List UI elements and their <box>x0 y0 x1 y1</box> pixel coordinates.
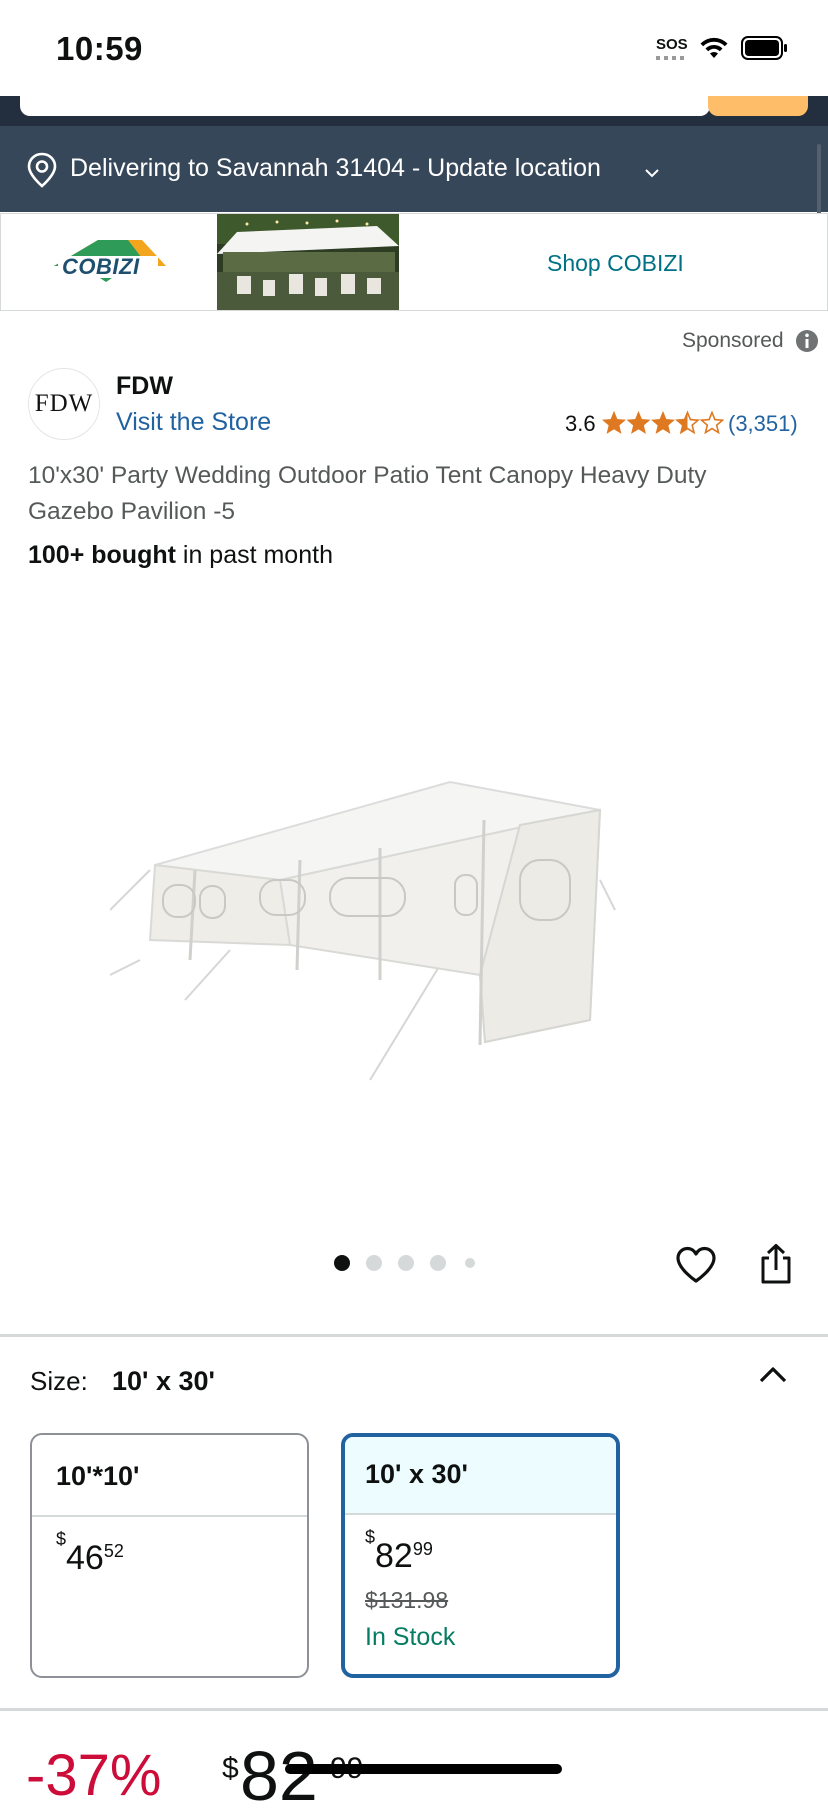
brand-avatar-text: FDW <box>34 390 94 417</box>
price-symbol: $ <box>365 1526 376 1547</box>
price-whole: 82 <box>375 1537 413 1575</box>
size-option-name: 10' x 30' <box>345 1437 616 1515</box>
search-input[interactable] <box>20 96 710 116</box>
size-option-price: $4652 <box>56 1529 124 1578</box>
battery-icon <box>741 36 787 60</box>
search-button[interactable] <box>708 96 808 116</box>
status-time: 10:59 <box>56 30 143 67</box>
location-pin-icon <box>27 152 57 188</box>
stock-status: In Stock <box>365 1623 456 1651</box>
bought-count: 100+ bought <box>28 541 176 569</box>
rating-stars-icon[interactable] <box>602 410 724 436</box>
star-icon <box>700 411 724 434</box>
price-whole: 46 <box>66 1539 104 1577</box>
discount-percent: -37% <box>26 1743 162 1808</box>
section-divider <box>0 1708 828 1711</box>
cellular-signal-icon <box>656 56 686 60</box>
carousel-dot[interactable] <box>430 1255 446 1271</box>
section-divider <box>0 1334 828 1337</box>
product-image[interactable] <box>110 760 720 1100</box>
list-price: $131.98 <box>365 1587 449 1613</box>
price-symbol: $ <box>56 1528 67 1549</box>
wifi-icon <box>700 37 728 58</box>
ratings-count-link[interactable]: (3,351) <box>728 411 798 437</box>
visit-store-link[interactable]: Visit the Store <box>116 408 271 437</box>
bought-suffix: in past month <box>175 541 333 569</box>
size-label: Size: <box>30 1366 88 1396</box>
carousel-dot[interactable] <box>334 1255 350 1271</box>
home-indicator <box>285 1764 562 1774</box>
star-icon <box>676 411 699 434</box>
status-sos: SOS <box>656 36 688 53</box>
star-icon <box>602 411 626 434</box>
price-whole: 82 <box>240 1737 318 1815</box>
chevron-down-icon <box>645 169 659 178</box>
size-option-10x30[interactable]: 10' x 30' $8299 $131.98 In Stock <box>341 1433 620 1678</box>
shop-brand-link[interactable]: Shop COBIZI <box>547 250 684 277</box>
heart-icon[interactable] <box>675 1246 717 1284</box>
info-icon[interactable] <box>795 329 819 353</box>
size-selected-value: 10' x 30' <box>112 1366 215 1396</box>
brand-avatar[interactable]: FDW <box>28 368 100 440</box>
star-icon <box>651 411 675 434</box>
banner-image <box>217 214 399 310</box>
size-option-price: $8299 <box>365 1527 433 1576</box>
location-text[interactable]: Delivering to Savannah 31404 - Update lo… <box>70 154 601 183</box>
price-cents: 99 <box>412 1539 433 1559</box>
carousel-dot[interactable] <box>366 1255 382 1271</box>
price-cents: 52 <box>103 1541 124 1561</box>
bought-in-past-month: 100+ bought in past month <box>28 541 333 570</box>
carousel-dot[interactable] <box>465 1258 475 1268</box>
sponsored-label: Sponsored <box>682 329 784 352</box>
product-title: 10'x30' Party Wedding Outdoor Patio Tent… <box>28 462 707 525</box>
size-option-10x10[interactable]: 10'*10' $4652 <box>30 1433 309 1678</box>
size-option-name: 10'*10' <box>32 1435 307 1517</box>
price-symbol: $ <box>222 1752 239 1785</box>
brand-name: FDW <box>116 372 173 400</box>
brand-logo-text: COBIZI <box>62 254 140 279</box>
share-icon[interactable] <box>758 1243 794 1285</box>
carousel-dot[interactable] <box>398 1255 414 1271</box>
chevron-up-icon[interactable] <box>758 1364 788 1384</box>
star-icon <box>627 411 650 434</box>
rating-value: 3.6 <box>565 411 596 436</box>
